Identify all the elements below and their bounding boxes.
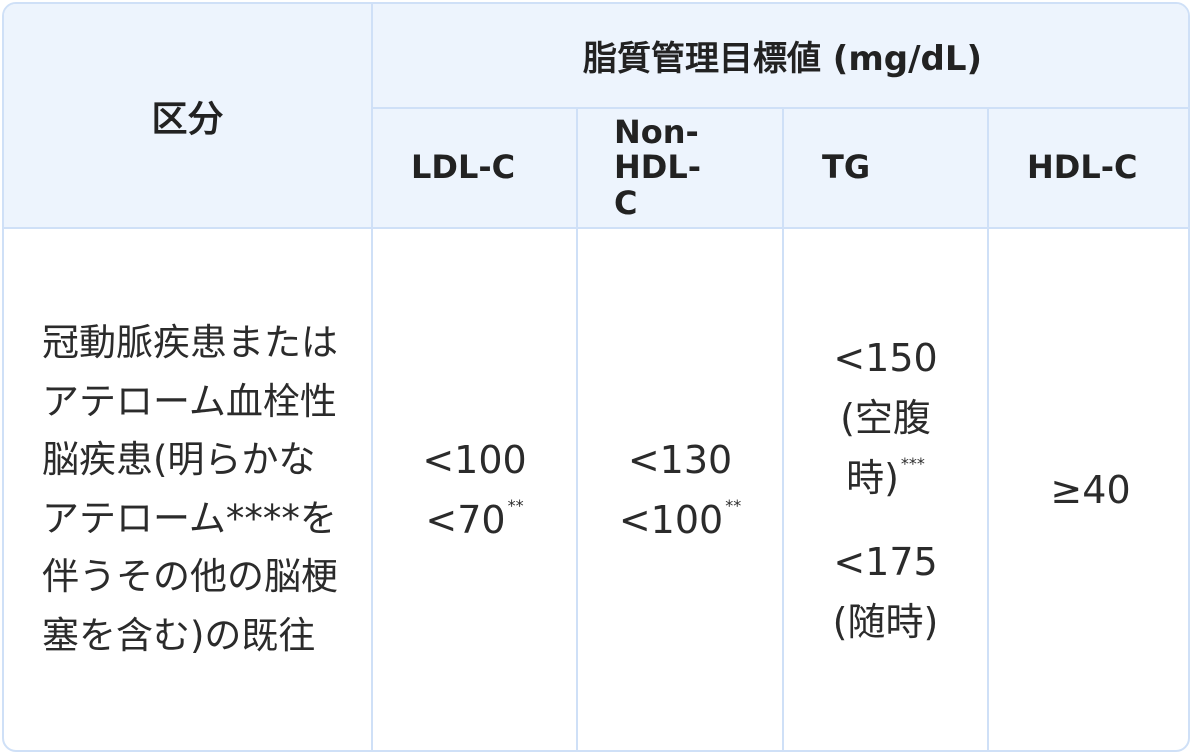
tg-fasting-footnote-mark: *** [900, 453, 925, 473]
ldl-c-footnote-mark: ** [507, 495, 524, 515]
tg-fasting-value: <150 [833, 335, 938, 380]
non-hdl-c-value-secondary-text: <100 [618, 497, 724, 542]
header-category: 区分 [4, 4, 373, 229]
tg-random-value: <175 [833, 539, 938, 584]
tg-cell: <150 (空腹時) *** <175 (随時) [782, 227, 989, 750]
tg-random-note: (随時) [832, 599, 939, 644]
tg-fasting-note-text: (空腹時) [840, 395, 931, 500]
tg-fasting-note: (空腹時) *** [826, 388, 946, 508]
header-tg: TG [782, 107, 989, 229]
header-ldl-c: LDL-C [372, 107, 578, 229]
non-hdl-c-cell: <130 <100 ** [576, 227, 784, 750]
table-row: 冠動脈疾患またはアテローム血栓性脳疾患(明らかなアテローム****を伴うその他の… [4, 227, 1188, 750]
category-cell: 冠動脈疾患またはアテローム血栓性脳疾患(明らかなアテローム****を伴うその他の… [4, 227, 373, 750]
ldl-c-value-secondary: <70 ** [373, 490, 576, 550]
hdl-c-cell: ≥40 [986, 227, 1188, 750]
ldl-c-value-primary: <100 [422, 437, 527, 482]
non-hdl-c-footnote-mark: ** [725, 495, 742, 515]
tg-fasting-block: <150 (空腹時) *** [826, 328, 946, 508]
header-hdl-c: HDL-C [986, 107, 1188, 229]
lipid-target-table: 区分 脂質管理目標値 (mg/dL) LDL-C Non-HDL-C TG HD… [4, 4, 1188, 750]
header-lipid-targets: 脂質管理目標値 (mg/dL) [370, 4, 1188, 109]
non-hdl-c-value-secondary: <100 ** [578, 490, 782, 550]
tg-gap [784, 508, 987, 532]
ldl-c-cell: <100 <70 ** [371, 227, 578, 750]
tg-random-block: <175 (随時) [833, 532, 939, 652]
lipid-target-table-frame: 区分 脂質管理目標値 (mg/dL) LDL-C Non-HDL-C TG HD… [2, 2, 1190, 752]
non-hdl-c-value-primary: <130 [627, 437, 733, 482]
header-non-hdl-c: Non-HDL-C [576, 107, 784, 229]
ldl-c-value-secondary-text: <70 [425, 497, 506, 542]
